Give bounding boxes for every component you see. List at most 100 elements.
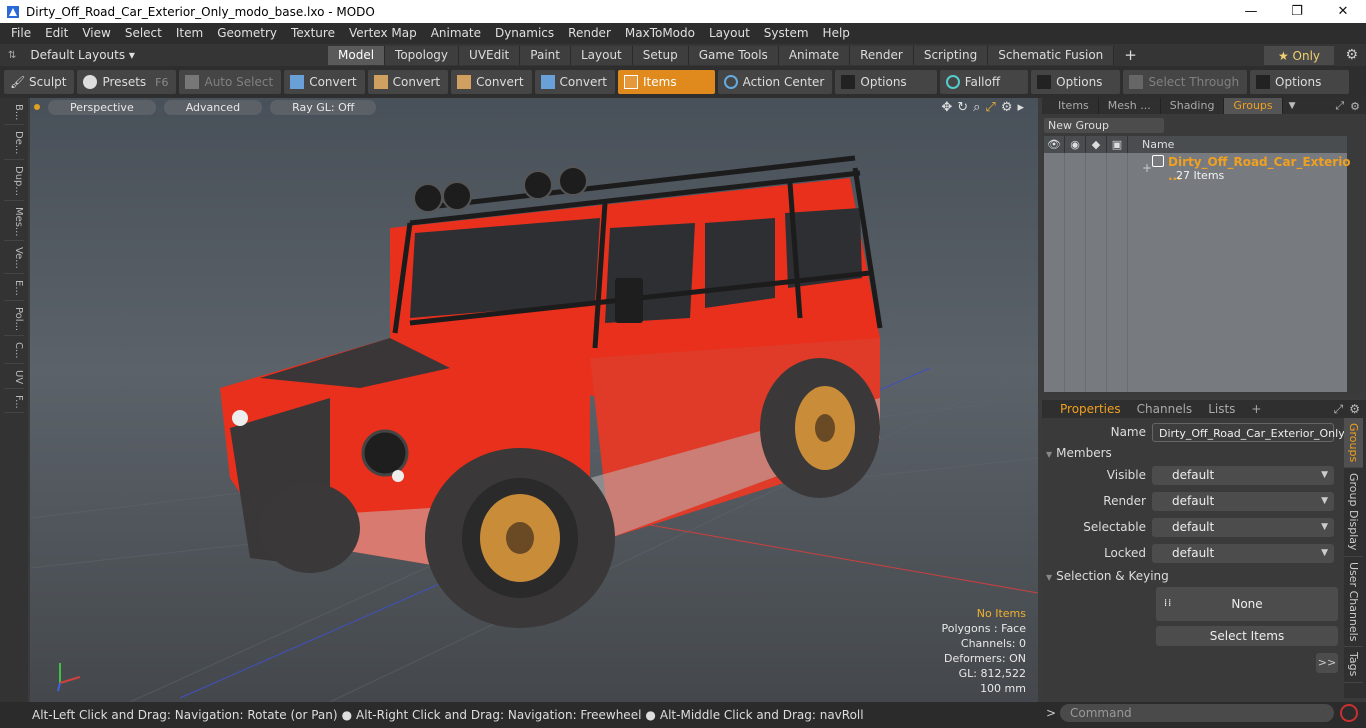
new-group-button[interactable]: New Group bbox=[1044, 118, 1164, 133]
presets-button[interactable]: Presets F6 bbox=[77, 70, 177, 94]
tab-groups[interactable]: Groups bbox=[1224, 98, 1283, 114]
options-button-2[interactable]: Options bbox=[1031, 70, 1121, 94]
side-tab-tags[interactable]: Tags bbox=[1344, 647, 1363, 683]
options-button-1[interactable]: Options bbox=[835, 70, 937, 94]
left-tab-mesh[interactable]: Mes... bbox=[4, 203, 24, 242]
select-through-button[interactable]: Select Through bbox=[1123, 70, 1248, 94]
left-tab-fusion[interactable]: F... bbox=[4, 391, 24, 414]
side-tab-groups[interactable]: Groups bbox=[1344, 418, 1363, 469]
menu-layout[interactable]: Layout bbox=[702, 23, 757, 44]
close-button[interactable]: ✕ bbox=[1320, 0, 1366, 23]
select-items-button[interactable]: Select Items bbox=[1156, 626, 1338, 646]
move-view-icon[interactable]: ✥ bbox=[941, 100, 952, 115]
tab-mesh[interactable]: Mesh ... bbox=[1099, 98, 1161, 114]
view-type-button[interactable]: Perspective bbox=[48, 99, 156, 115]
left-tab-edge[interactable]: E... bbox=[4, 276, 24, 301]
convert-button-4[interactable]: Convert bbox=[534, 70, 615, 94]
tab-render[interactable]: Render bbox=[850, 46, 914, 65]
tab-animate[interactable]: Animate bbox=[778, 46, 851, 65]
menu-file[interactable]: File bbox=[4, 23, 38, 44]
none-button[interactable]: ⁞⁞ None bbox=[1156, 587, 1338, 621]
tab-topology[interactable]: Topology bbox=[385, 46, 460, 65]
left-tab-deform[interactable]: De... bbox=[4, 127, 24, 160]
tab-shading[interactable]: Shading bbox=[1161, 98, 1225, 114]
group-row[interactable]: + Dirty_Off_Road_Car_Exterio ... 27 Item… bbox=[1044, 153, 1351, 183]
only-toggle[interactable]: ★ Only bbox=[1264, 46, 1334, 65]
tab-setup[interactable]: Setup bbox=[632, 46, 689, 65]
car-model[interactable] bbox=[220, 155, 883, 628]
viewport-settings-icon[interactable]: ⚙ bbox=[1001, 100, 1013, 115]
left-tab-curve[interactable]: C... bbox=[4, 338, 24, 364]
menu-render[interactable]: Render bbox=[561, 23, 618, 44]
tab-game-tools[interactable]: Game Tools bbox=[688, 46, 779, 65]
tab-uvedit[interactable]: UVEdit bbox=[459, 46, 521, 65]
left-tab-polygon[interactable]: Pol... bbox=[4, 303, 24, 336]
menu-edit[interactable]: Edit bbox=[38, 23, 75, 44]
add-tab-button[interactable]: + bbox=[1243, 400, 1269, 418]
sculpt-button[interactable]: 🖌 Sculpt bbox=[4, 70, 75, 94]
panel-settings-icon[interactable]: ⚙ bbox=[1349, 402, 1360, 416]
command-input[interactable]: Command bbox=[1060, 704, 1334, 722]
expand-icon[interactable]: + bbox=[1142, 161, 1152, 175]
tab-scripting[interactable]: Scripting bbox=[913, 46, 989, 65]
side-tab-user-channels[interactable]: User Channels bbox=[1344, 557, 1363, 648]
3d-viewport[interactable]: Perspective Advanced Ray GL: Off ✥ ↻ ⌕ ⤢… bbox=[30, 98, 1038, 702]
left-tab-uv[interactable]: UV bbox=[4, 366, 24, 389]
falloff-button[interactable]: Falloff bbox=[939, 70, 1029, 94]
render-dropdown[interactable]: default ▼ bbox=[1152, 491, 1334, 511]
menu-dynamics[interactable]: Dynamics bbox=[488, 23, 561, 44]
menu-geometry[interactable]: Geometry bbox=[210, 23, 284, 44]
tab-layout[interactable]: Layout bbox=[570, 46, 633, 65]
menu-help[interactable]: Help bbox=[816, 23, 857, 44]
left-tab-vertex[interactable]: Ve... bbox=[4, 243, 24, 275]
render-icon[interactable]: ◉ bbox=[1065, 136, 1086, 153]
more-button[interactable]: >> bbox=[1316, 653, 1338, 673]
menu-animate[interactable]: Animate bbox=[424, 23, 488, 44]
minimize-button[interactable]: — bbox=[1228, 0, 1274, 23]
tab-items[interactable]: Items bbox=[1042, 98, 1099, 114]
menu-select[interactable]: Select bbox=[118, 23, 169, 44]
menu-item[interactable]: Item bbox=[169, 23, 210, 44]
items-button[interactable]: Items bbox=[618, 70, 715, 94]
panel-menu-icon[interactable]: ▼ bbox=[1289, 101, 1296, 111]
selectable-dropdown[interactable]: default ▼ bbox=[1152, 517, 1334, 537]
tab-lists[interactable]: Lists bbox=[1200, 400, 1243, 418]
name-field[interactable]: Dirty_Off_Road_Car_Exterior_Only bbox=[1152, 422, 1345, 442]
menu-maxtomodo[interactable]: MaxToModo bbox=[618, 23, 702, 44]
left-tab-basic[interactable]: B... bbox=[4, 100, 24, 126]
tab-properties[interactable]: Properties bbox=[1042, 400, 1129, 418]
record-macro-icon[interactable] bbox=[1340, 704, 1358, 722]
select-icon[interactable]: ◆ bbox=[1086, 136, 1107, 153]
layout-selector[interactable]: ⇅ Default Layouts ▾ bbox=[0, 48, 140, 62]
tab-model[interactable]: Model bbox=[328, 46, 386, 65]
tab-channels[interactable]: Channels bbox=[1129, 400, 1201, 418]
fit-view-icon[interactable]: ⤢ bbox=[985, 100, 995, 115]
maximize-button[interactable]: ❐ bbox=[1274, 0, 1320, 23]
tab-schematic-fusion[interactable]: Schematic Fusion bbox=[988, 46, 1115, 65]
gear-icon[interactable]: ⚙ bbox=[1345, 47, 1358, 63]
add-tab-button[interactable]: + bbox=[1114, 46, 1147, 65]
raygl-button[interactable]: Ray GL: Off bbox=[270, 99, 377, 115]
lock-icon[interactable]: ▣ bbox=[1107, 136, 1128, 153]
visibility-eye-icon[interactable]: 👁 bbox=[1044, 136, 1065, 153]
auto-select-button[interactable]: Auto Select bbox=[179, 70, 282, 94]
tab-paint[interactable]: Paint bbox=[520, 46, 571, 65]
panel-expand-icon[interactable]: ⤢ bbox=[1335, 99, 1344, 113]
visible-dropdown[interactable]: default ▼ bbox=[1152, 465, 1334, 485]
selection-keying-section[interactable]: ▼ Selection & Keying bbox=[1046, 569, 1169, 583]
convert-button-2[interactable]: Convert bbox=[367, 70, 449, 94]
panel-settings-icon[interactable]: ⚙ bbox=[1350, 100, 1360, 113]
menu-system[interactable]: System bbox=[757, 23, 816, 44]
left-tab-duplicate[interactable]: Dup... bbox=[4, 162, 24, 201]
options-button-3[interactable]: Options bbox=[1250, 70, 1350, 94]
rotate-view-icon[interactable]: ↻ bbox=[957, 100, 968, 115]
menu-view[interactable]: View bbox=[75, 23, 117, 44]
panel-expand-icon[interactable]: ⤢ bbox=[1334, 402, 1344, 417]
zoom-view-icon[interactable]: ⌕ bbox=[973, 100, 980, 115]
locked-dropdown[interactable]: default ▼ bbox=[1152, 543, 1334, 563]
convert-button-1[interactable]: Convert bbox=[284, 70, 365, 94]
menu-vertex-map[interactable]: Vertex Map bbox=[342, 23, 424, 44]
menu-texture[interactable]: Texture bbox=[284, 23, 342, 44]
viewport-more-icon[interactable]: ▸ bbox=[1017, 100, 1024, 115]
action-center-button[interactable]: Action Center bbox=[717, 70, 833, 94]
